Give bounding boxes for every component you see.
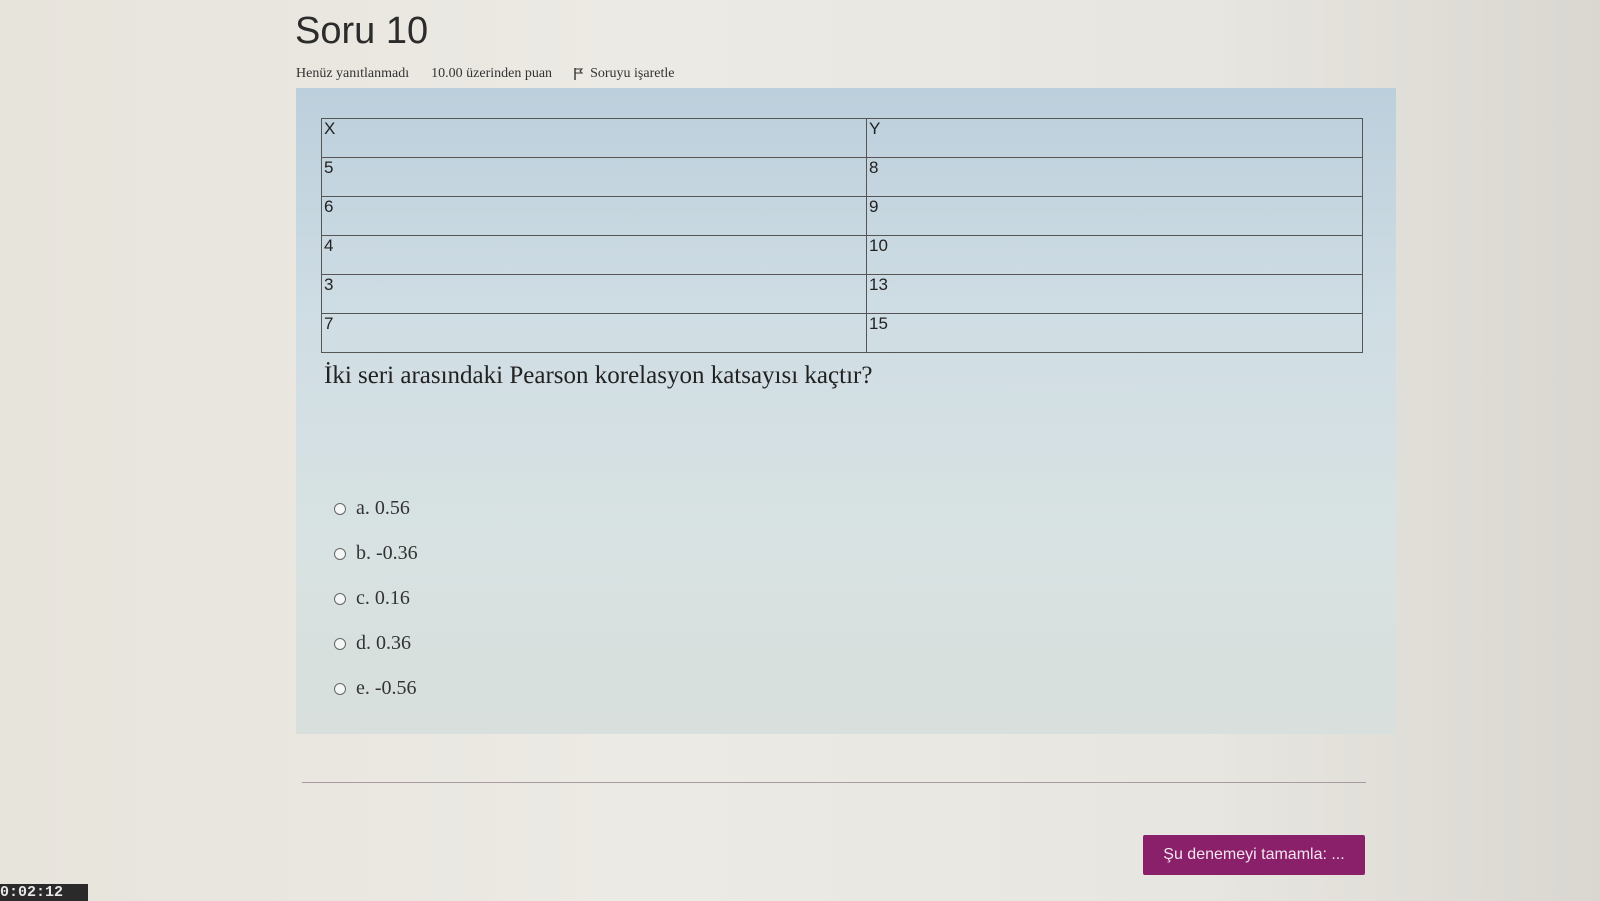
table-row: 7 15 xyxy=(321,313,1363,353)
table-cell-x: 5 xyxy=(321,157,867,197)
answer-option-label: c. 0.16 xyxy=(356,587,410,609)
question-status: Henüz yanıtlanmadı xyxy=(296,66,410,81)
quiz-timer: 0:02:12 xyxy=(0,884,88,901)
question-text: İki seri arasındaki Pearson korelasyon k… xyxy=(324,362,873,389)
answer-options: a. 0.56 b. -0.36 c. 0.16 d. 0.36 e. -0.5… xyxy=(334,486,418,711)
answer-option-e[interactable]: e. -0.56 xyxy=(334,666,418,711)
table-row: 5 8 xyxy=(321,157,1363,197)
flag-question-link[interactable]: Soruyu işaretle xyxy=(574,66,674,82)
answer-option-a[interactable]: a. 0.56 xyxy=(334,486,418,531)
table-row: 6 9 xyxy=(321,196,1363,236)
answer-option-d[interactable]: d. 0.36 xyxy=(334,621,418,666)
data-table: X Y 5 8 6 9 4 10 3 13 7 15 xyxy=(321,118,1363,353)
answer-option-label: e. -0.56 xyxy=(356,677,417,699)
table-header-row: X Y xyxy=(321,118,1363,158)
question-title: Soru 10 xyxy=(295,10,429,52)
flag-icon xyxy=(574,68,584,80)
table-cell-y: 10 xyxy=(866,235,1363,275)
table-cell-x: 7 xyxy=(321,313,867,353)
table-cell-y: 13 xyxy=(866,274,1363,314)
table-cell-x: 4 xyxy=(321,235,867,275)
table-cell-y: 15 xyxy=(866,313,1363,353)
answer-option-label: d. 0.36 xyxy=(356,632,411,654)
divider xyxy=(302,782,1366,783)
radio-button[interactable] xyxy=(334,637,346,650)
table-header-y: Y xyxy=(866,118,1363,158)
flag-question-label: Soruyu işaretle xyxy=(590,66,675,81)
finish-attempt-button[interactable]: Şu denemeyi tamamla: ... xyxy=(1143,835,1365,875)
answer-option-label: b. -0.36 xyxy=(356,542,418,564)
table-cell-x: 3 xyxy=(321,274,867,314)
table-header-x: X xyxy=(321,118,867,158)
radio-button[interactable] xyxy=(334,682,346,695)
table-cell-y: 9 xyxy=(866,196,1363,236)
question-points: 10.00 üzerinden puan xyxy=(431,66,553,81)
question-content: X Y 5 8 6 9 4 10 3 13 7 15 İki seri aras… xyxy=(296,88,1396,734)
question-info: Henüz yanıtlanmadı 10.00 üzerinden puan … xyxy=(296,66,674,82)
answer-option-c[interactable]: c. 0.16 xyxy=(334,576,418,621)
table-row: 4 10 xyxy=(321,235,1363,275)
radio-button[interactable] xyxy=(334,502,346,515)
answer-option-label: a. 0.56 xyxy=(356,497,410,519)
radio-button[interactable] xyxy=(334,592,346,605)
table-cell-x: 6 xyxy=(321,196,867,236)
answer-option-b[interactable]: b. -0.36 xyxy=(334,531,418,576)
radio-button[interactable] xyxy=(334,547,346,560)
table-row: 3 13 xyxy=(321,274,1363,314)
table-cell-y: 8 xyxy=(866,157,1363,197)
